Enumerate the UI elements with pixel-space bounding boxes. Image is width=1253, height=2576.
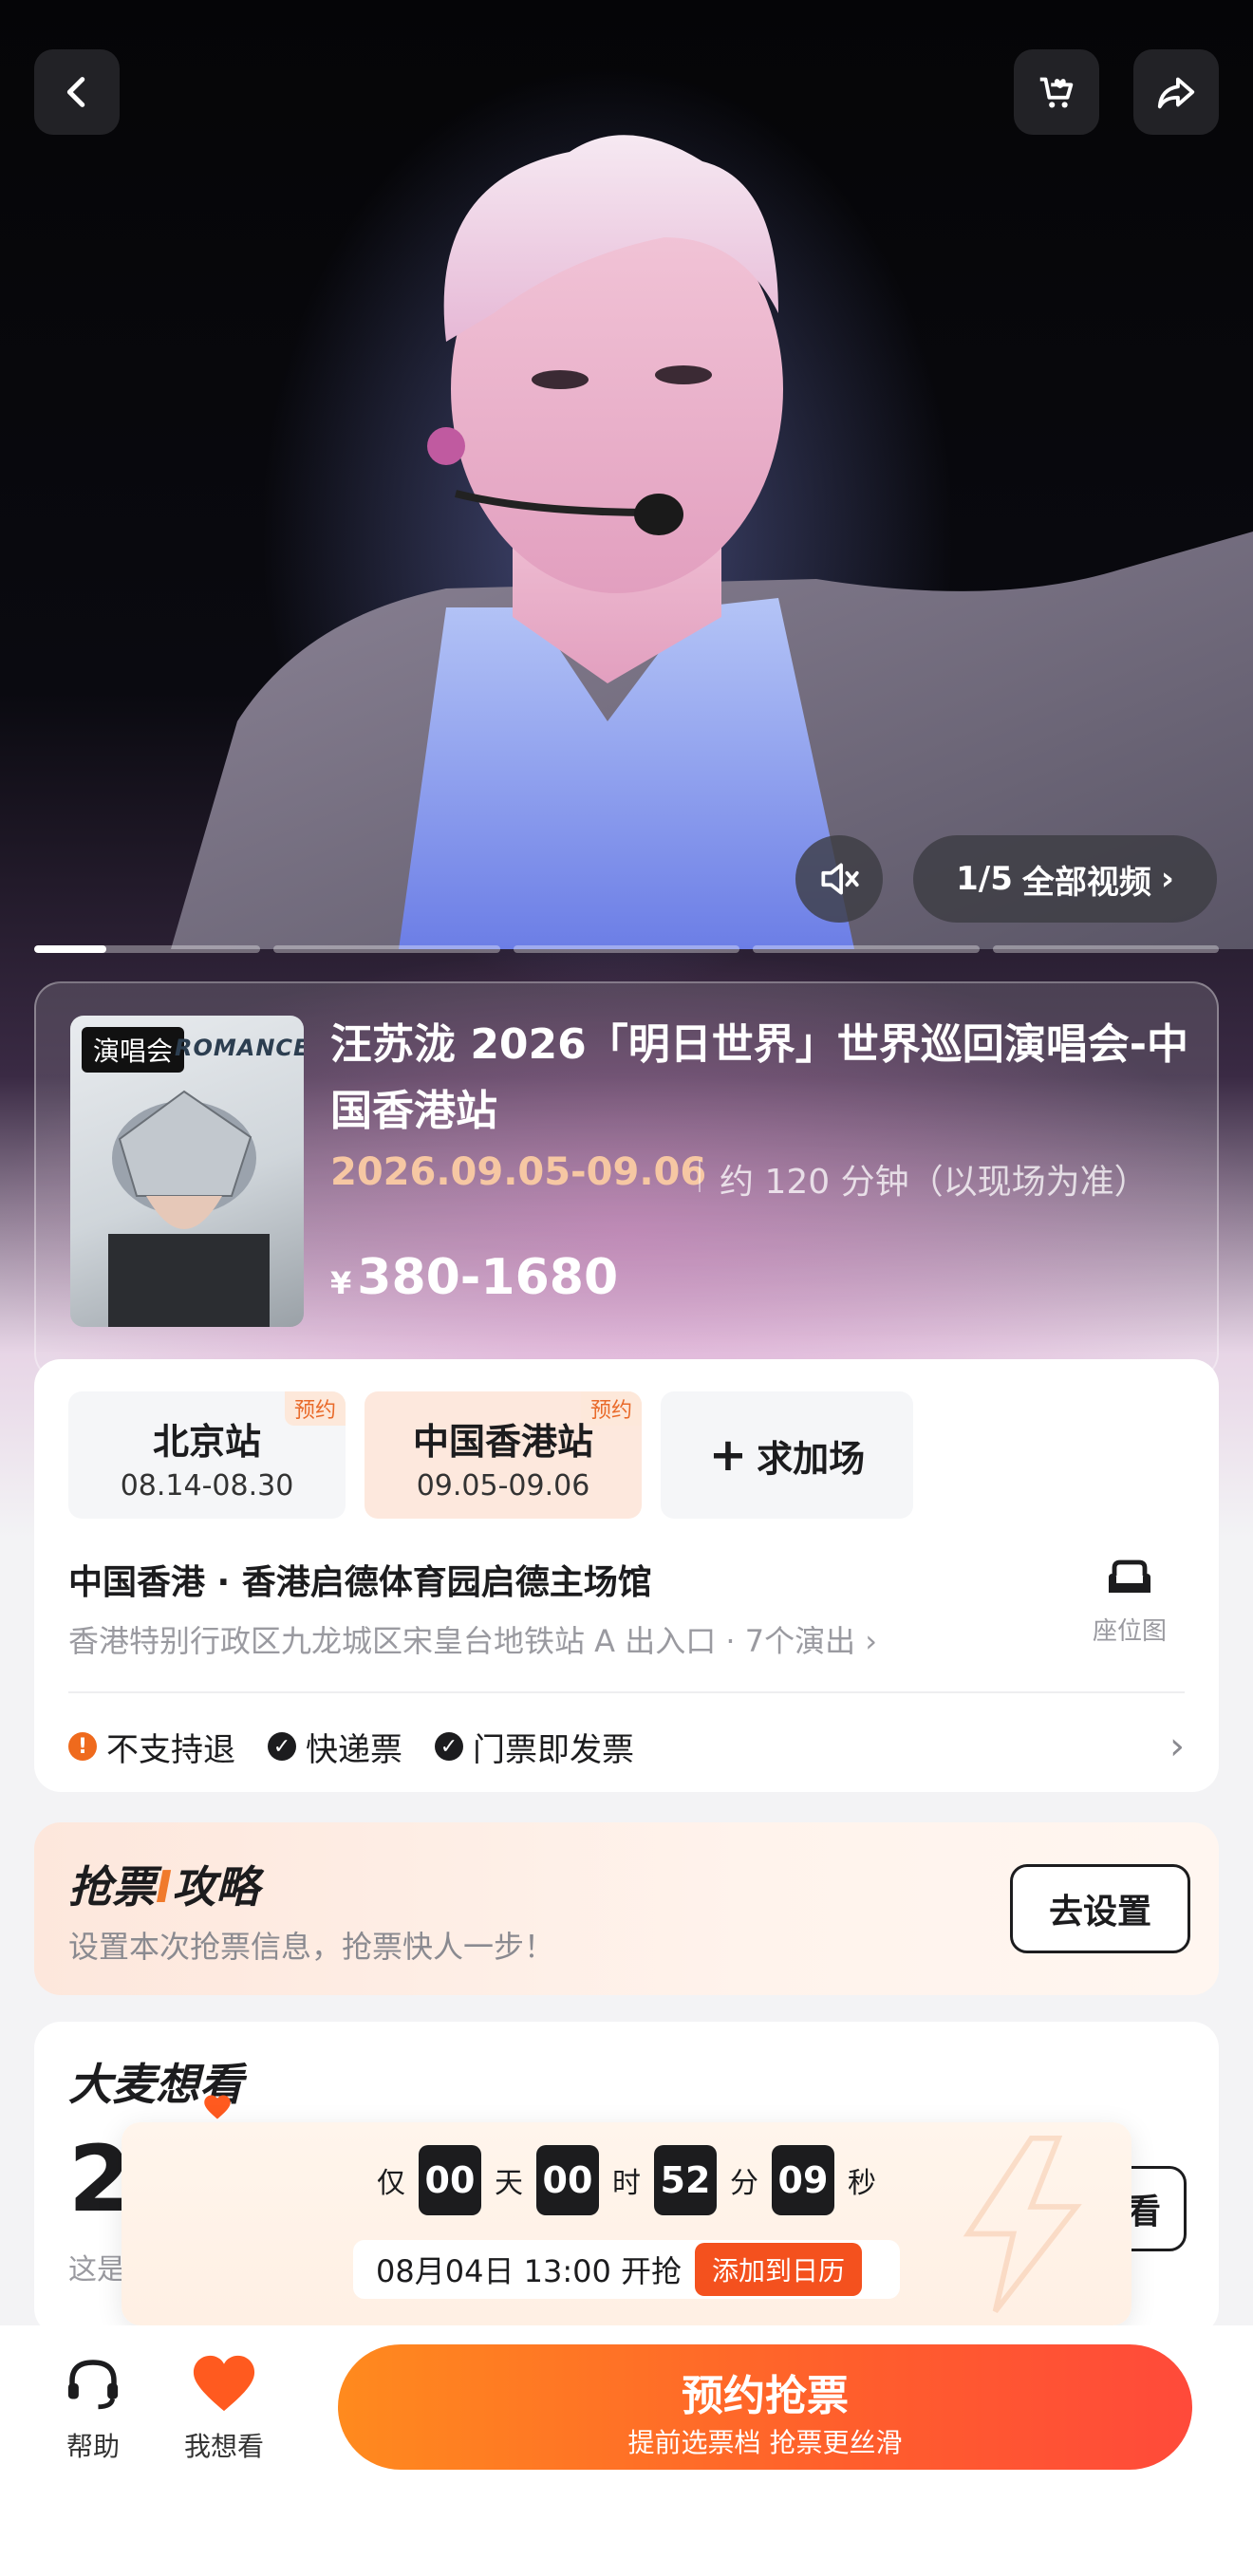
poster-brand: ROMANCE — [175, 1035, 304, 1061]
ticket-policy-row[interactable]: ! 不支持退 ✓ 快递票 ✓ 门票即发票 › — [68, 1718, 1185, 1775]
slide-indicator — [34, 945, 261, 953]
policy-label: 门票即发票 — [473, 1730, 634, 1769]
countdown-timer: 仅 00 天 00 时 52 分 09 秒 — [122, 2145, 1131, 2215]
divider — [68, 1691, 1185, 1693]
want-to-see-label: 我想看 — [183, 2431, 264, 2462]
slide-indicator — [992, 945, 1220, 953]
countdown-minutes: 52 — [654, 2145, 717, 2215]
heart-icon — [204, 2095, 231, 2119]
help-label: 帮助 — [65, 2431, 120, 2462]
reserve-badge: 预约 — [284, 1391, 346, 1426]
headset-icon — [67, 2360, 119, 2410]
days-unit: 天 — [495, 2167, 523, 2200]
ticket-strategy-card: 抢票I攻略 设置本次抢票信息，抢票快人一步！ 去设置 — [34, 1822, 1219, 1995]
strategy-title-accent: I — [156, 1861, 173, 1913]
city-tab-hongkong[interactable]: 中国香港站 09.05-09.06 预约 — [365, 1391, 642, 1519]
category-tag: 演唱会 — [82, 1027, 185, 1073]
seat-map-label: 座位图 — [1092, 1617, 1167, 1646]
currency-symbol: ¥ — [330, 1265, 352, 1301]
reserve-button-label: 预约抢票 — [682, 2372, 849, 2420]
want-subtitle: 这是 — [68, 2253, 125, 2287]
seat-map-button[interactable]: 座位图 — [1082, 1559, 1177, 1647]
price-range: 380-1680 — [357, 1249, 619, 1306]
policy-no-refund: ! 不支持退 — [68, 1724, 235, 1770]
seconds-unit: 秒 — [848, 2167, 876, 2200]
strategy-subtitle: 设置本次抢票信息，抢票快人一步！ — [68, 1929, 555, 1965]
help-button[interactable]: 帮助 — [36, 2352, 150, 2464]
city-tab-dates: 09.05-09.06 — [416, 1469, 590, 1503]
speaker-muted-icon — [821, 863, 859, 895]
venue-name[interactable]: 中国香港 · 香港启德体育园启德主场馆 — [68, 1555, 652, 1604]
exclamation-icon: ! — [68, 1732, 97, 1761]
event-poster[interactable]: 演唱会 ROMANCE — [70, 1016, 304, 1327]
favorite-cart-button[interactable] — [1014, 49, 1099, 135]
reserve-button-sublabel: 提前选票档 抢票更丝滑 — [627, 2427, 903, 2458]
mute-toggle[interactable] — [795, 835, 883, 923]
chevron-right-icon: › — [1160, 860, 1174, 898]
seat-icon — [1109, 1559, 1150, 1593]
all-videos-button[interactable]: 1/5 全部视频 › — [913, 835, 1217, 923]
city-tab-dates: 08.14-08.30 — [120, 1469, 294, 1503]
venue-address[interactable]: 香港特别行政区九龙城区宋皇台地铁站 A 出入口 · 7个演出 › — [68, 1617, 877, 1661]
slide-indicator — [273, 945, 500, 953]
countdown-prefix: 仅 — [377, 2167, 405, 2200]
plus-icon: + — [708, 1428, 748, 1482]
heart-icon — [193, 2355, 255, 2412]
slide-progress-fill — [34, 945, 107, 953]
reserve-ticket-button[interactable]: 预约抢票 提前选票档 抢票更丝滑 — [338, 2344, 1192, 2470]
strategy-title-part: 攻略 — [172, 1861, 260, 1913]
event-title: 汪苏泷 2026「明日世界」世界巡回演唱会-中国香港站 — [330, 1020, 1189, 1135]
request-extra-show-label: 求加场 — [757, 1437, 866, 1480]
policy-express-ticket: ✓ 快递票 — [268, 1724, 402, 1770]
slide-progress — [34, 945, 1220, 953]
policy-label: 不支持退 — [106, 1730, 235, 1769]
strategy-title: 抢票I攻略 — [68, 1853, 259, 1915]
back-button[interactable] — [34, 49, 120, 135]
sale-open-time: 08月04日 13:00 开抢 添加到日历 — [353, 2240, 900, 2299]
check-icon: ✓ — [435, 1732, 463, 1761]
all-videos-label: 全部视频 — [1021, 863, 1151, 902]
bottom-action-bar: 帮助 我想看 预约抢票 提前选票档 抢票更丝滑 — [0, 2325, 1253, 2576]
countdown-popup: 仅 00 天 00 时 52 分 09 秒 08月04日 13:00 开抢 添加… — [122, 2122, 1131, 2325]
session-info-card: 北京站 08.14-08.30 预约 中国香港站 09.05-09.06 预约 … — [34, 1359, 1219, 1792]
want-to-see-button[interactable]: 我想看 — [167, 2352, 281, 2464]
share-icon — [1157, 77, 1195, 109]
share-button[interactable] — [1133, 49, 1219, 135]
event-date: 2026.09.05-09.06 — [330, 1150, 707, 1194]
event-summary-card: 演唱会 ROMANCE 汪苏泷 2026「明日世界」世界巡回演唱会-中国香港站 … — [34, 981, 1219, 1380]
event-duration: 约 120 分钟（以现场为准） — [699, 1154, 1149, 1204]
hours-unit: 时 — [612, 2167, 641, 2200]
strategy-title-part: 抢票 — [68, 1861, 156, 1913]
event-price: ¥380-1680 — [330, 1249, 618, 1306]
request-extra-show-button[interactable]: + 求加场 — [661, 1391, 913, 1519]
go-setup-button[interactable]: 去设置 — [1010, 1864, 1190, 1953]
policy-label: 快递票 — [306, 1730, 402, 1769]
city-tab-beijing[interactable]: 北京站 08.14-08.30 预约 — [68, 1391, 346, 1519]
countdown-hours: 00 — [536, 2145, 599, 2215]
slide-indicator — [753, 945, 980, 953]
sale-open-label: 08月04日 13:00 开抢 — [376, 2253, 683, 2289]
performer-photo — [171, 135, 1253, 949]
minutes-unit: 分 — [730, 2167, 758, 2200]
video-counter: 1/5 — [956, 860, 1013, 898]
check-icon: ✓ — [268, 1732, 296, 1761]
add-to-calendar-button[interactable]: 添加到日历 — [695, 2243, 863, 2296]
policy-ticket-invoice: ✓ 门票即发票 — [435, 1724, 634, 1770]
countdown-days: 00 — [419, 2145, 481, 2215]
chevron-right-icon: › — [1169, 1725, 1185, 1768]
reserve-badge: 预约 — [580, 1391, 642, 1426]
countdown-seconds: 09 — [772, 2145, 834, 2215]
cart-heart-icon — [1039, 77, 1074, 108]
slide-indicator — [513, 945, 740, 953]
chevron-left-icon — [66, 77, 85, 107]
